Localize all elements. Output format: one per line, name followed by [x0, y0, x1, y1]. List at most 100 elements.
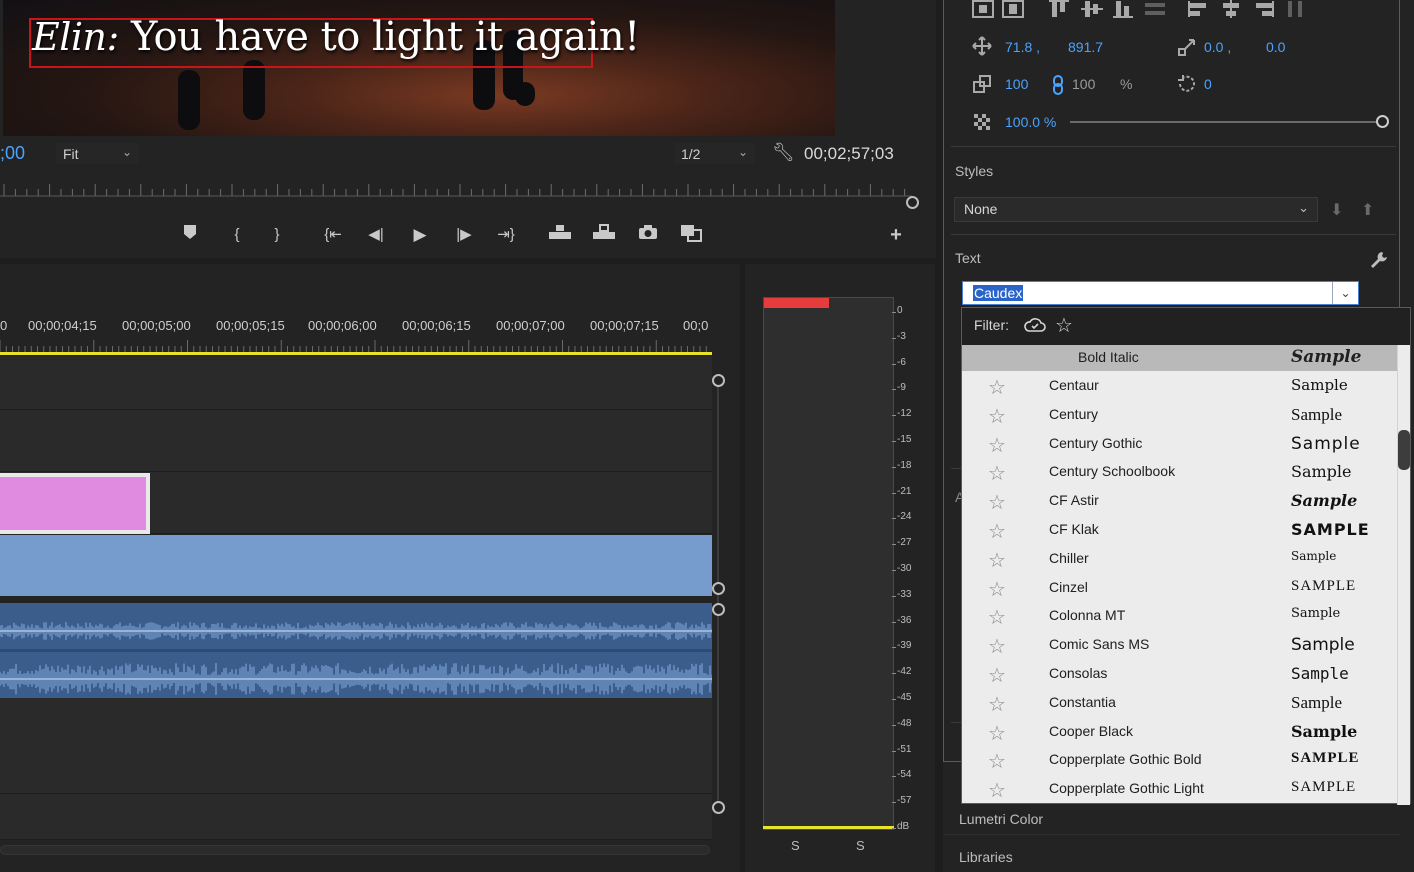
- position-y-value[interactable]: 891.7: [1068, 39, 1103, 55]
- favorite-star-icon[interactable]: ☆: [988, 375, 1006, 400]
- favorite-star-icon[interactable]: ☆: [988, 778, 1006, 803]
- anchor-y-value[interactable]: 0.0: [1266, 39, 1285, 55]
- opacity-slider[interactable]: [1070, 121, 1383, 123]
- playhead-timecode[interactable]: ;00: [0, 143, 25, 164]
- scroll-handle[interactable]: [712, 801, 725, 814]
- favorite-star-icon[interactable]: ☆: [988, 749, 1006, 774]
- scale-height-value[interactable]: 100: [1072, 76, 1095, 92]
- font-list-item[interactable]: ☆ Cooper Black Sample: [962, 718, 1397, 747]
- comparison-view-button[interactable]: [679, 224, 703, 246]
- wrench-icon[interactable]: [1369, 250, 1389, 275]
- scroll-handle[interactable]: [712, 603, 725, 616]
- position-x-value[interactable]: 71.8 ,: [1005, 39, 1040, 55]
- video-clip[interactable]: [0, 535, 712, 596]
- caption-text[interactable]: Elin: You have to light it again!: [32, 14, 640, 60]
- cloud-fonts-filter-icon[interactable]: [1024, 315, 1046, 338]
- export-frame-button[interactable]: [636, 224, 660, 246]
- font-dropdown-toggle[interactable]: ⌄: [1332, 282, 1358, 304]
- favorites-filter-star-icon[interactable]: ☆: [1055, 313, 1073, 338]
- playback-resolution-dropdown[interactable]: 1/2 ⌄: [674, 143, 754, 164]
- font-list-item[interactable]: ☆ Cinzel SAMPLE: [962, 574, 1397, 603]
- favorite-star-icon[interactable]: ☆: [988, 404, 1006, 429]
- font-list-item[interactable]: ☆ CF Astir Sample: [962, 487, 1397, 516]
- align-vertical-center-icon[interactable]: [972, 0, 994, 23]
- opacity-slider-handle[interactable]: [1376, 115, 1389, 128]
- lumetri-color-panel-tab[interactable]: Lumetri Color: [943, 805, 1400, 835]
- favorite-star-icon[interactable]: ☆: [988, 519, 1006, 544]
- mark-in-button[interactable]: {: [225, 224, 249, 246]
- anchor-x-value[interactable]: 0.0 ,: [1204, 39, 1231, 55]
- font-list-item[interactable]: ☆ Century Gothic Sample: [962, 430, 1397, 459]
- favorite-star-icon[interactable]: ☆: [988, 663, 1006, 688]
- video-track-2[interactable]: [0, 410, 712, 472]
- zoom-fit-dropdown[interactable]: Fit ⌄: [56, 143, 138, 164]
- align-right-icon[interactable]: [1252, 0, 1274, 23]
- favorite-star-icon[interactable]: ☆: [988, 461, 1006, 486]
- font-list-item[interactable]: ☆ Chiller Sample: [962, 545, 1397, 574]
- add-marker-button[interactable]: [178, 224, 202, 246]
- scroll-handle[interactable]: [712, 374, 725, 387]
- monitor-playhead-handle[interactable]: [906, 196, 919, 209]
- align-left-icon[interactable]: [1188, 0, 1210, 23]
- audio-track-3[interactable]: [0, 794, 712, 840]
- favorite-star-icon[interactable]: ☆: [988, 605, 1006, 630]
- font-family-input[interactable]: Caudex ⌄: [962, 281, 1359, 305]
- push-style-down-icon[interactable]: ⬇︎: [1330, 200, 1343, 220]
- push-style-up-icon[interactable]: ⬆︎: [1361, 200, 1374, 220]
- play-button[interactable]: ▶: [408, 224, 432, 246]
- go-to-in-button[interactable]: {⇤: [321, 224, 345, 246]
- favorite-star-icon[interactable]: ☆: [988, 721, 1006, 746]
- audio-clip[interactable]: [0, 603, 712, 698]
- favorite-star-icon[interactable]: ☆: [988, 692, 1006, 717]
- align-top-icon[interactable]: [1048, 0, 1070, 23]
- lift-button[interactable]: [548, 224, 572, 246]
- monitor-time-ruler[interactable]: [0, 180, 912, 200]
- mark-out-button[interactable]: }: [265, 224, 289, 246]
- button-editor-add[interactable]: +: [884, 224, 908, 246]
- favorite-star-icon[interactable]: ☆: [988, 548, 1006, 573]
- solo-right-button[interactable]: S: [856, 838, 865, 853]
- align-bottom-icon[interactable]: [1112, 0, 1134, 23]
- step-back-button[interactable]: ◀|: [364, 224, 388, 246]
- peak-indicator[interactable]: [764, 298, 829, 308]
- graphic-clip-selected[interactable]: [0, 473, 150, 534]
- font-style-row-selected[interactable]: Bold Italic Sample: [962, 345, 1397, 371]
- rotation-value[interactable]: 0: [1204, 76, 1212, 92]
- extract-button[interactable]: [592, 224, 616, 246]
- font-list-item[interactable]: ☆ Comic Sans MS Sample: [962, 631, 1397, 660]
- libraries-panel-tab[interactable]: Libraries: [943, 843, 1400, 872]
- font-list-item[interactable]: ☆ CF Klak SAMPLE: [962, 516, 1397, 545]
- scale-width-value[interactable]: 100: [1005, 76, 1028, 92]
- time-ruler[interactable]: 0 00;00;04;15 00;00;05;00 00;00;05;15 00…: [0, 318, 712, 340]
- font-list-item[interactable]: ☆ Century Schoolbook Sample: [962, 458, 1397, 487]
- step-forward-button[interactable]: |▶: [452, 224, 476, 246]
- font-list-item[interactable]: ☆ Copperplate Gothic Bold SAMPLE: [962, 746, 1397, 775]
- font-list-scrollbar[interactable]: [1397, 345, 1410, 805]
- solo-left-button[interactable]: S: [791, 838, 800, 853]
- styles-dropdown[interactable]: None ⌄: [954, 197, 1318, 222]
- align-middle-icon[interactable]: [1081, 0, 1103, 23]
- font-dropdown-list[interactable]: Filter: ☆ Bold Italic Sample ☆ Centaur Sam…: [961, 307, 1411, 805]
- audio-track-2[interactable]: [0, 698, 712, 794]
- align-horizontal-center-icon[interactable]: [1002, 0, 1024, 23]
- font-list-item[interactable]: ☆ Copperplate Gothic Light SAMPLE: [962, 775, 1397, 804]
- scroll-handle[interactable]: [712, 582, 725, 595]
- font-list-item[interactable]: ☆ Constantia Sample: [962, 689, 1397, 718]
- opacity-value[interactable]: 100.0 %: [1005, 114, 1056, 130]
- favorite-star-icon[interactable]: ☆: [988, 577, 1006, 602]
- video-track-3[interactable]: [0, 356, 712, 410]
- go-to-out-button[interactable]: ⇥}: [494, 224, 518, 246]
- font-list-item[interactable]: ☆ Centaur Sample: [962, 372, 1397, 401]
- favorite-star-icon[interactable]: ☆: [988, 490, 1006, 515]
- favorite-star-icon[interactable]: ☆: [988, 634, 1006, 659]
- font-list-item[interactable]: ☆ Consolas Sample: [962, 660, 1397, 689]
- font-list-item[interactable]: ☆ Century Sample: [962, 401, 1397, 430]
- font-list-item[interactable]: ☆ Colonna MT Sample: [962, 602, 1397, 631]
- panel-scrollbar[interactable]: [1398, 430, 1410, 470]
- horizontal-scrollbar[interactable]: [0, 845, 710, 855]
- work-area-bar[interactable]: [0, 352, 712, 355]
- favorite-star-icon[interactable]: ☆: [988, 433, 1006, 458]
- link-icon[interactable]: [1052, 75, 1064, 100]
- wrench-icon[interactable]: 🔧︎: [772, 142, 795, 163]
- align-center-icon[interactable]: [1220, 0, 1242, 23]
